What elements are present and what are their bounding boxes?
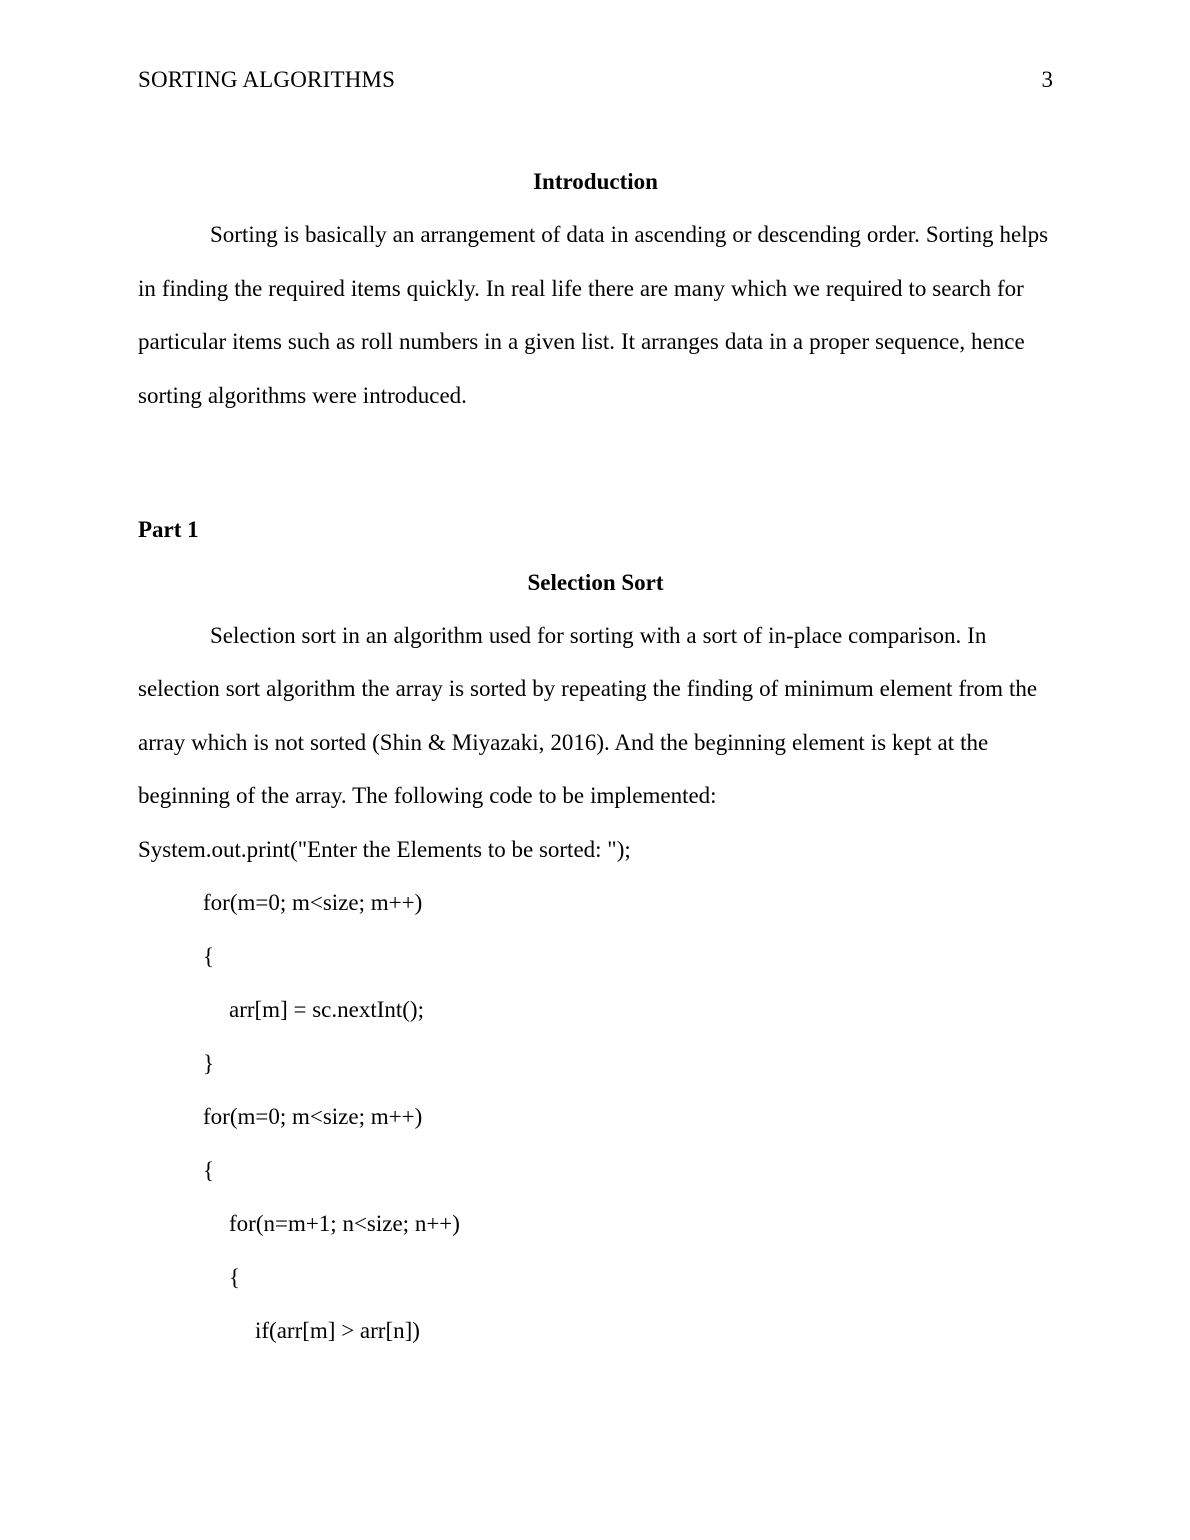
- document-page: SORTING ALGORITHMS 3 Introduction Sortin…: [0, 0, 1190, 1540]
- code-line: }: [203, 1050, 215, 1076]
- code-line: for(m=0; m<size; m++): [203, 890, 423, 915]
- code-line: System.out.print("Enter the Elements to …: [138, 836, 631, 862]
- running-header: SORTING ALGORITHMS 3: [138, 66, 1053, 94]
- document-body: Introduction Sorting is basically an arr…: [138, 155, 1053, 1358]
- introduction-paragraph: Sorting is basically an arrangement of d…: [138, 222, 1049, 408]
- selection-sort-heading: Selection Sort: [527, 569, 664, 595]
- code-line: {: [203, 1157, 215, 1183]
- introduction-heading: Introduction: [533, 169, 658, 194]
- code-line: {: [229, 1264, 241, 1290]
- code-line: arr[m] = sc.nextInt();: [229, 997, 424, 1022]
- running-header-title: SORTING ALGORITHMS: [138, 67, 396, 92]
- selection-sort-paragraph: Selection sort in an algorithm used for …: [138, 622, 1038, 809]
- page-number: 3: [1041, 67, 1054, 92]
- code-line: for(n=m+1; n<size; n++): [229, 1211, 460, 1236]
- part-one-heading: Part 1: [138, 516, 199, 542]
- code-line: for(m=0; m<size; m++): [203, 1104, 423, 1129]
- code-line: if(arr[m] > arr[n]): [255, 1318, 420, 1343]
- code-listing: System.out.print("Enter the Elements to …: [138, 823, 1053, 1358]
- code-line: {: [203, 943, 215, 969]
- section-spacer-half: [138, 476, 1053, 503]
